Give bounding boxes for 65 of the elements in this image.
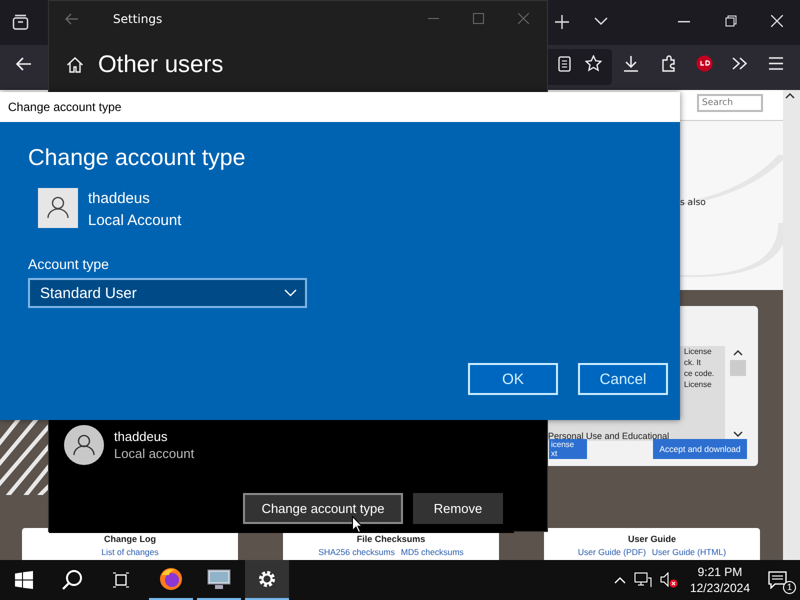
search-icon[interactable] [61, 569, 83, 591]
windows-logo-icon[interactable] [15, 571, 33, 589]
page-text: s also [680, 198, 706, 208]
monitor-icon [207, 568, 231, 590]
clock-date[interactable]: 12/23/2024 [690, 580, 750, 596]
scroll-thumb[interactable] [730, 360, 746, 376]
card-link[interactable]: User Guide (PDF) [578, 547, 646, 557]
user-name: thaddeus [88, 189, 151, 209]
window-title: Settings [113, 12, 162, 26]
accept-download-button[interactable]: Accept and download [653, 439, 747, 459]
overflow-chevrons-icon[interactable] [732, 57, 748, 70]
field-label: Account type [28, 256, 109, 272]
reader-view-icon[interactable] [558, 56, 571, 72]
restore-icon[interactable] [725, 15, 737, 27]
account-type-dropdown[interactable]: Standard User [28, 278, 307, 308]
card-link[interactable]: User Guide (HTML) [652, 547, 726, 557]
star-icon[interactable] [585, 55, 602, 72]
card-title: Change Log [104, 534, 156, 544]
card-link[interactable]: List of changes [101, 547, 159, 557]
clock-time[interactable]: 9:21 PM [698, 564, 742, 580]
account-type-text: Local Account [88, 211, 182, 231]
tab-list-icon[interactable] [12, 14, 29, 30]
dialog-button[interactable]: OK [468, 363, 558, 395]
browser-logo-icon [159, 567, 183, 591]
license-text: License [684, 379, 712, 390]
avatar-icon [38, 188, 78, 228]
muted-speaker-icon[interactable] [660, 572, 678, 588]
scroll-up-icon[interactable] [785, 92, 795, 99]
menu-icon[interactable] [769, 57, 783, 70]
scroll-up-icon[interactable] [733, 349, 743, 356]
address-bar[interactable] [548, 49, 612, 85]
account-type-text: Local account [114, 446, 194, 461]
notice-text: Personal Use and Educational [548, 431, 670, 441]
gear-icon [257, 569, 277, 589]
window-title: Change account type [8, 100, 122, 114]
chevron-down-icon[interactable] [594, 17, 608, 26]
card-title: User Guide [628, 534, 676, 544]
page-heading: Other users [98, 50, 224, 78]
action-button[interactable]: Change account type [243, 493, 403, 524]
license-text: ce code. [684, 368, 714, 379]
scroll-down-icon[interactable] [733, 431, 743, 438]
task-view-icon[interactable] [112, 571, 130, 589]
card-title: File Checksums [356, 534, 426, 544]
license-button[interactable]: icense xt [549, 439, 587, 459]
action-button[interactable]: Remove [413, 493, 503, 524]
dialog-heading: Change account type [28, 144, 246, 171]
network-icon[interactable] [634, 572, 652, 588]
search-field[interactable]: Search [697, 94, 763, 112]
chevron-up-icon[interactable] [614, 576, 626, 584]
puzzle-piece-icon[interactable] [661, 55, 677, 72]
minimize-icon[interactable] [678, 21, 690, 23]
download-icon[interactable] [623, 55, 639, 72]
chevron-down-icon [284, 289, 297, 297]
dialog-button[interactable]: Cancel [578, 363, 668, 395]
avatar-icon [64, 425, 104, 465]
license-text: License [684, 346, 712, 357]
maximize-icon[interactable] [473, 13, 484, 24]
card-link[interactable]: MD5 checksums [400, 547, 464, 557]
user-name: thaddeus [114, 429, 168, 444]
home-icon[interactable] [66, 56, 84, 74]
page-scrollbar[interactable] [783, 90, 800, 560]
license-text: ck. It [684, 357, 701, 368]
settings-app-button[interactable] [245, 560, 289, 600]
new-tab-icon[interactable] [555, 15, 569, 29]
card-link[interactable]: SHA256 checksums [318, 547, 395, 557]
